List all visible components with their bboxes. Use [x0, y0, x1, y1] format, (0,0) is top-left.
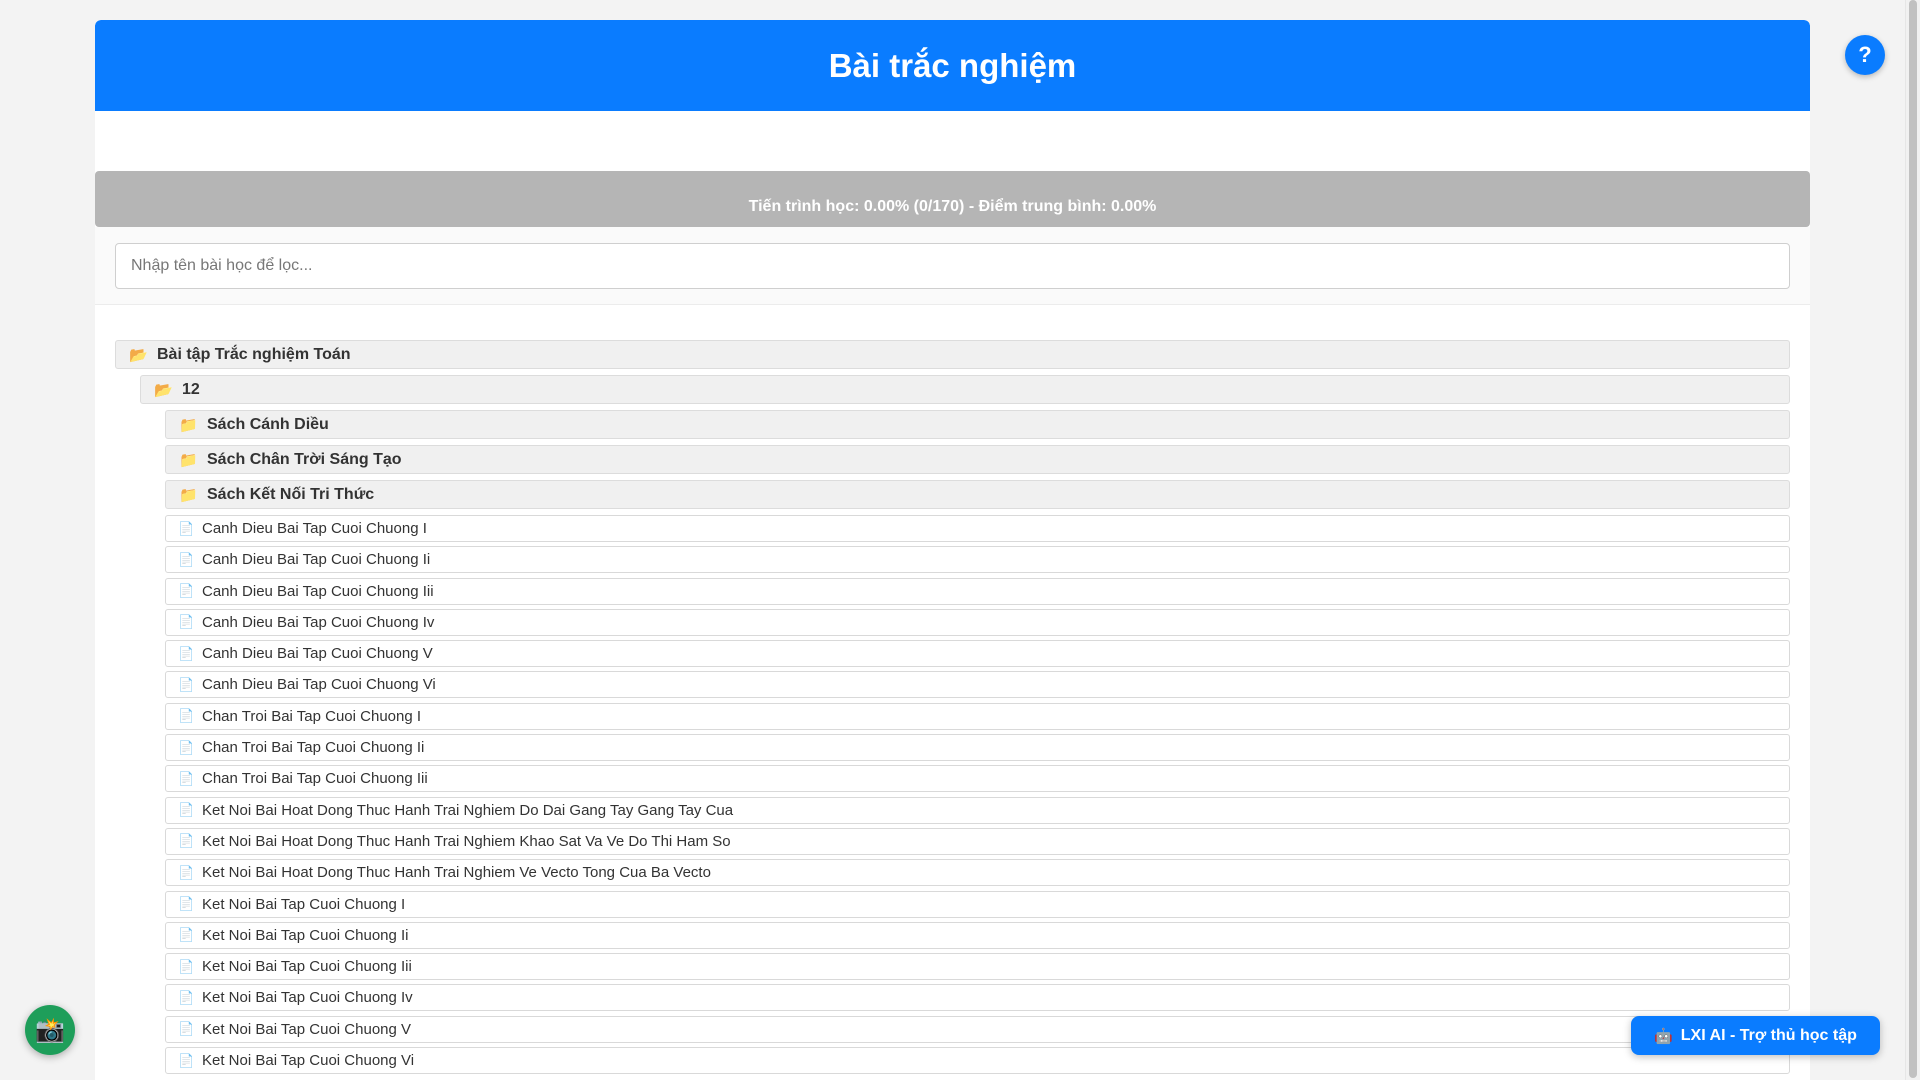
help-button[interactable]: ?: [1845, 35, 1885, 75]
open-folder-icon: 📂: [154, 381, 173, 399]
document-icon: 📄: [178, 864, 195, 880]
document-icon: 📄: [178, 896, 195, 912]
lesson-item[interactable]: 📄 Canh Dieu Bai Tap Cuoi Chuong Ii: [165, 546, 1790, 574]
lesson-item[interactable]: 📄 Canh Dieu Bai Tap Cuoi Chuong V: [165, 640, 1790, 668]
lesson-label: Canh Dieu Bai Tap Cuoi Chuong Iii: [202, 582, 434, 600]
folder-book-chan-troi[interactable]: 📁 Sách Chân Trời Sáng Tạo: [165, 445, 1790, 474]
document-icon: 📄: [178, 770, 195, 786]
folder-icon: 📁: [179, 416, 198, 434]
document-icon: 📄: [178, 1021, 195, 1037]
search-section: [95, 227, 1810, 305]
folder-book-ket-noi[interactable]: 📁 Sách Kết Nối Tri Thức: [165, 480, 1790, 509]
lesson-item[interactable]: 📄 Chan Troi Bai Tap Cuoi Chuong I: [165, 702, 1790, 730]
page-header: Bài trắc nghiệm: [95, 20, 1810, 111]
lesson-label: Chan Troi Bai Tap Cuoi Chuong Ii: [202, 739, 425, 757]
folder-label: Bài tập Trắc nghiệm Toán: [157, 345, 351, 363]
document-icon: 📄: [178, 614, 195, 630]
lesson-label: Ket Noi Bai Tap Cuoi Chuong Ii: [202, 926, 409, 944]
header-spacer: [95, 111, 1810, 171]
ai-assistant-label: LXI AI - Trợ thủ học tập: [1680, 1026, 1857, 1044]
progress-bar: Tiến trình học: 0.00% (0/170) - Điểm tru…: [95, 171, 1810, 227]
folder-label: 12: [182, 380, 200, 398]
document-icon: 📄: [178, 833, 195, 849]
folder-icon: 📁: [179, 486, 198, 504]
lesson-item[interactable]: 📄 Ket Noi Bai Tap Cuoi Chuong Vi: [165, 1047, 1790, 1075]
lesson-list: 📄 Canh Dieu Bai Tap Cuoi Chuong I 📄 Canh Di…: [115, 515, 1790, 1075]
page-title: Bài trắc nghiệm: [828, 46, 1077, 84]
folder-icon: 📁: [179, 451, 198, 469]
ai-assistant-button[interactable]: 🤖 LXI AI - Trợ thủ học tập: [1631, 1016, 1880, 1055]
folder-label: Sách Kết Nối Tri Thức: [207, 485, 375, 503]
lesson-item[interactable]: 📄 Chan Troi Bai Tap Cuoi Chuong Ii: [165, 734, 1790, 762]
camera-button[interactable]: 📸: [25, 1005, 75, 1055]
lesson-item[interactable]: 📄 Ket Noi Bai Tap Cuoi Chuong Ii: [165, 921, 1790, 949]
lesson-label: Ket Noi Bai Tap Cuoi Chuong I: [202, 895, 406, 913]
document-icon: 📄: [178, 676, 195, 692]
lesson-label: Canh Dieu Bai Tap Cuoi Chuong Iv: [202, 613, 435, 631]
robot-icon: 🤖: [1654, 1027, 1673, 1045]
document-icon: 📄: [178, 520, 195, 536]
document-icon: 📄: [178, 958, 195, 974]
scrollbar-thumb[interactable]: [1909, 0, 1917, 1078]
document-icon: 📄: [178, 927, 195, 943]
progress-text: Tiến trình học: 0.00% (0/170) - Điểm tru…: [748, 198, 1157, 215]
camera-icon: 📸: [35, 1016, 65, 1044]
lesson-label: Canh Dieu Bai Tap Cuoi Chuong I: [202, 520, 427, 537]
lesson-item[interactable]: 📄 Ket Noi Bai Hoat Dong Thuc Hanh Trai Ng…: [165, 859, 1790, 887]
folder-label: Sách Chân Trời Sáng Tạo: [207, 450, 402, 468]
document-icon: 📄: [178, 1052, 195, 1068]
lesson-label: Ket Noi Bai Tap Cuoi Chuong V: [202, 1020, 412, 1038]
lesson-item[interactable]: 📄 Canh Dieu Bai Tap Cuoi Chuong Iv: [165, 608, 1790, 636]
lesson-label: Ket Noi Bai Hoat Dong Thuc Hanh Trai Ngh…: [202, 801, 734, 819]
help-label: ?: [1858, 42, 1872, 67]
lesson-label: Chan Troi Bai Tap Cuoi Chuong Iii: [202, 770, 428, 788]
lesson-label: Ket Noi Bai Hoat Dong Thuc Hanh Trai Ngh…: [202, 864, 711, 882]
lesson-label: Canh Dieu Bai Tap Cuoi Chuong Vi: [202, 676, 436, 694]
search-input[interactable]: [115, 243, 1790, 289]
lesson-item[interactable]: 📄 Ket Noi Bai Hoat Dong Thuc Hanh Trai Ng…: [165, 827, 1790, 855]
document-icon: 📄: [178, 551, 195, 567]
open-folder-icon: 📂: [129, 346, 148, 364]
lesson-label: Chan Troi Bai Tap Cuoi Chuong I: [202, 707, 422, 725]
document-icon: 📄: [178, 708, 195, 724]
lesson-item[interactable]: 📄 Ket Noi Bai Tap Cuoi Chuong Iv: [165, 984, 1790, 1012]
lesson-label: Ket Noi Bai Tap Cuoi Chuong Vi: [202, 1052, 415, 1070]
main-container: Bài trắc nghiệm Tiến trình học: 0.00% (0…: [95, 20, 1810, 1080]
page-scrollbar[interactable]: [1905, 0, 1920, 1080]
document-icon: 📄: [178, 989, 195, 1005]
folder-label: Sách Cánh Diều: [207, 415, 329, 433]
folder-book-canh-dieu[interactable]: 📁 Sách Cánh Diều: [165, 410, 1790, 439]
lesson-item[interactable]: 📄 Ket Noi Bai Tap Cuoi Chuong V: [165, 1015, 1790, 1043]
folder-root[interactable]: 📂 Bài tập Trắc nghiệm Toán: [115, 340, 1790, 369]
lesson-item[interactable]: 📄 Ket Noi Bai Tap Cuoi Chuong Iii: [165, 953, 1790, 981]
lesson-item[interactable]: 📄 Ket Noi Bai Hoat Dong Thuc Hanh Trai Ng…: [165, 796, 1790, 824]
lesson-item[interactable]: 📄 Canh Dieu Bai Tap Cuoi Chuong Iii: [165, 577, 1790, 605]
lesson-item[interactable]: 📄 Chan Troi Bai Tap Cuoi Chuong Iii: [165, 765, 1790, 793]
lesson-label: Ket Noi Bai Hoat Dong Thuc Hanh Trai Ngh…: [202, 832, 731, 850]
document-icon: 📄: [178, 645, 195, 661]
lesson-item[interactable]: 📄 Canh Dieu Bai Tap Cuoi Chuong Vi: [165, 671, 1790, 699]
lesson-label: Canh Dieu Bai Tap Cuoi Chuong V: [202, 645, 433, 663]
lesson-item[interactable]: 📄 Canh Dieu Bai Tap Cuoi Chuong I: [165, 515, 1790, 542]
lesson-label: Ket Noi Bai Tap Cuoi Chuong Iii: [202, 958, 412, 976]
document-icon: 📄: [178, 802, 195, 818]
document-icon: 📄: [178, 583, 195, 599]
lesson-label: Ket Noi Bai Tap Cuoi Chuong Iv: [202, 989, 413, 1007]
folder-grade[interactable]: 📂 12: [140, 375, 1790, 404]
lesson-item[interactable]: 📄 Ket Noi Bai Tap Cuoi Chuong I: [165, 890, 1790, 918]
document-icon: 📄: [178, 739, 195, 755]
lesson-label: Canh Dieu Bai Tap Cuoi Chuong Ii: [202, 551, 431, 569]
lesson-tree: 📂 Bài tập Trắc nghiệm Toán 📂 12 📁 Sách C…: [95, 305, 1810, 1075]
